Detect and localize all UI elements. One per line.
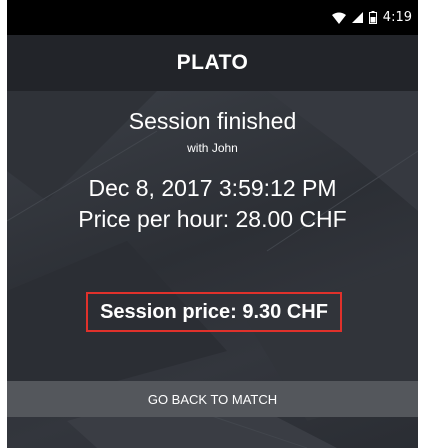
app-bar: PLATO (7, 35, 418, 91)
status-time: 4:19 (382, 10, 412, 25)
app-screen: 4:19 PLATO Session finished with John De… (7, 0, 418, 448)
wifi-icon (331, 12, 346, 24)
session-price: Session price: 9.30 CHF (86, 292, 342, 332)
status-bar: 4:19 (7, 0, 418, 35)
app-title: PLATO (176, 51, 249, 74)
signal-icon (351, 12, 363, 23)
status-icons: 4:19 (331, 0, 412, 35)
go-back-to-match-button[interactable]: GO BACK TO MATCH (7, 381, 418, 417)
price-per-hour: Price per hour: 28.00 CHF (78, 206, 347, 232)
session-title: Session finished (128, 108, 297, 134)
session-partner: with John (187, 141, 238, 155)
battery-icon (368, 11, 377, 24)
session-datetime: Dec 8, 2017 3:59:12 PM (88, 175, 337, 201)
